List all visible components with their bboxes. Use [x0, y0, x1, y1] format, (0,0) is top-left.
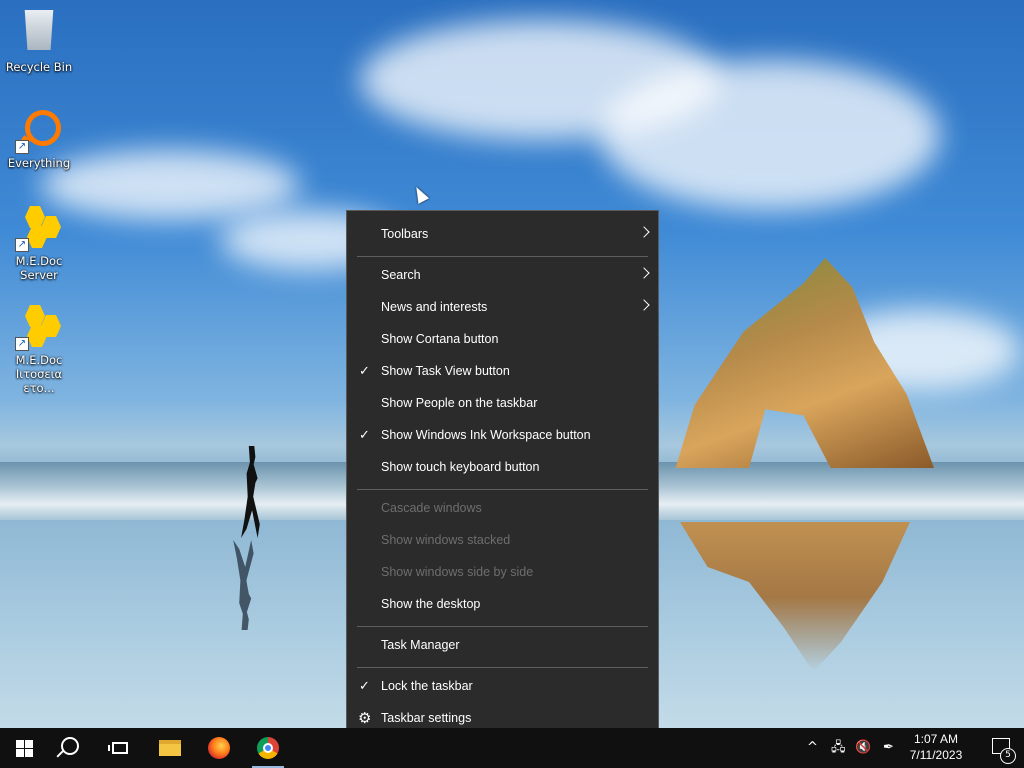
- volume-muted-icon[interactable]: 🔇: [855, 740, 871, 756]
- menu-separator: [357, 626, 648, 627]
- everything-search-icon: ↗: [15, 106, 63, 154]
- taskbar: ^ 🖧 🔇 ✒ 1:07 AM 7/11/2023 5: [0, 728, 1024, 768]
- menu-item-show-windows-stacked: Show windows stacked: [381, 533, 511, 547]
- folder-icon: [159, 740, 181, 756]
- task-view-button[interactable]: [96, 728, 144, 768]
- search-icon: [61, 737, 79, 755]
- menu-item-show-people[interactable]: Show People on the taskbar: [347, 388, 658, 420]
- file-explorer-button[interactable]: [146, 728, 194, 768]
- menu-item-show-task-view[interactable]: ✓ Show Task View button: [347, 356, 658, 388]
- search-button[interactable]: [48, 728, 96, 768]
- desktop-icon-label: Everything: [7, 156, 71, 170]
- menu-item-lock-the-taskbar[interactable]: ✓ Lock the taskbar: [347, 671, 658, 703]
- desktop-icon-everything[interactable]: ↗ Everything: [0, 106, 78, 170]
- network-icon[interactable]: 🖧: [831, 740, 846, 756]
- menu-item-show-windows-ink[interactable]: ✓ Show Windows Ink Workspace button: [347, 420, 658, 452]
- medoc-icon: ↗: [15, 204, 63, 252]
- menu-item-show-windows-side-by-side: Show windows side by side: [381, 565, 534, 579]
- chrome-icon: [257, 737, 279, 759]
- menu-item-show-the-desktop[interactable]: Show the desktop: [347, 589, 658, 621]
- checkmark-icon: ✓: [359, 678, 370, 693]
- checkmark-icon: ✓: [359, 363, 370, 378]
- medoc-icon: ↗: [15, 303, 63, 351]
- recycle-bin-icon: [15, 10, 63, 58]
- menu-item-show-touch-keyboard[interactable]: Show touch keyboard button: [347, 452, 658, 484]
- desktop-icon-label-line1: M.E.Doc: [15, 254, 63, 268]
- menu-item-news-and-interests[interactable]: News and interests: [347, 292, 658, 324]
- chrome-button[interactable]: [244, 728, 292, 768]
- firefox-icon: [208, 737, 230, 759]
- desktop-icon-label-line2: Ιιτοσεια ετο...: [15, 367, 63, 395]
- menu-separator: [357, 667, 648, 668]
- shortcut-arrow-icon: ↗: [15, 238, 29, 252]
- windows-logo-icon: [15, 739, 33, 757]
- menu-item-task-manager[interactable]: Task Manager: [347, 630, 658, 662]
- menu-item-show-cortana[interactable]: Show Cortana button: [347, 324, 658, 356]
- clock-date: 7/11/2023: [909, 748, 963, 762]
- desktop-icon-recycle-bin[interactable]: Recycle Bin: [0, 6, 78, 74]
- desktop-icon-label-line1: M.E.Doc: [15, 353, 63, 367]
- menu-item-search[interactable]: Search: [347, 260, 658, 292]
- start-button[interactable]: [0, 728, 48, 768]
- chevron-right-icon: [638, 226, 650, 238]
- desktop-icon-label: Recycle Bin: [5, 60, 73, 74]
- notification-count-badge: 5: [1000, 748, 1016, 764]
- shortcut-arrow-icon: ↗: [15, 337, 29, 351]
- chevron-right-icon: [638, 267, 650, 279]
- chevron-right-icon: [638, 299, 650, 311]
- menu-separator: [357, 489, 648, 490]
- desktop-icon-medoc[interactable]: ↗ M.E.Doc Ιιτοσεια ετο...: [0, 303, 78, 395]
- clock-time: 1:07 AM: [913, 732, 959, 746]
- shortcut-arrow-icon: ↗: [15, 140, 29, 154]
- menu-item-toolbars[interactable]: Toolbars: [347, 219, 658, 251]
- gear-icon: ⚙: [358, 710, 372, 727]
- desktop-icon-medoc-server[interactable]: ↗ M.E.Doc Server: [0, 204, 78, 282]
- clock[interactable]: 1:07 AM 7/11/2023: [904, 731, 968, 763]
- menu-item-cascade-windows: Cascade windows: [381, 501, 482, 515]
- firefox-button[interactable]: [195, 728, 243, 768]
- pen-icon[interactable]: ✒: [883, 740, 894, 756]
- menu-separator: [357, 256, 648, 257]
- show-hidden-icons-chevron-icon[interactable]: ^: [807, 740, 818, 756]
- desktop-icon-label-line2: Server: [20, 268, 58, 282]
- taskbar-context-menu: Toolbars Search News and interests Show …: [346, 210, 659, 744]
- task-view-icon: [108, 742, 128, 754]
- checkmark-icon: ✓: [359, 427, 370, 442]
